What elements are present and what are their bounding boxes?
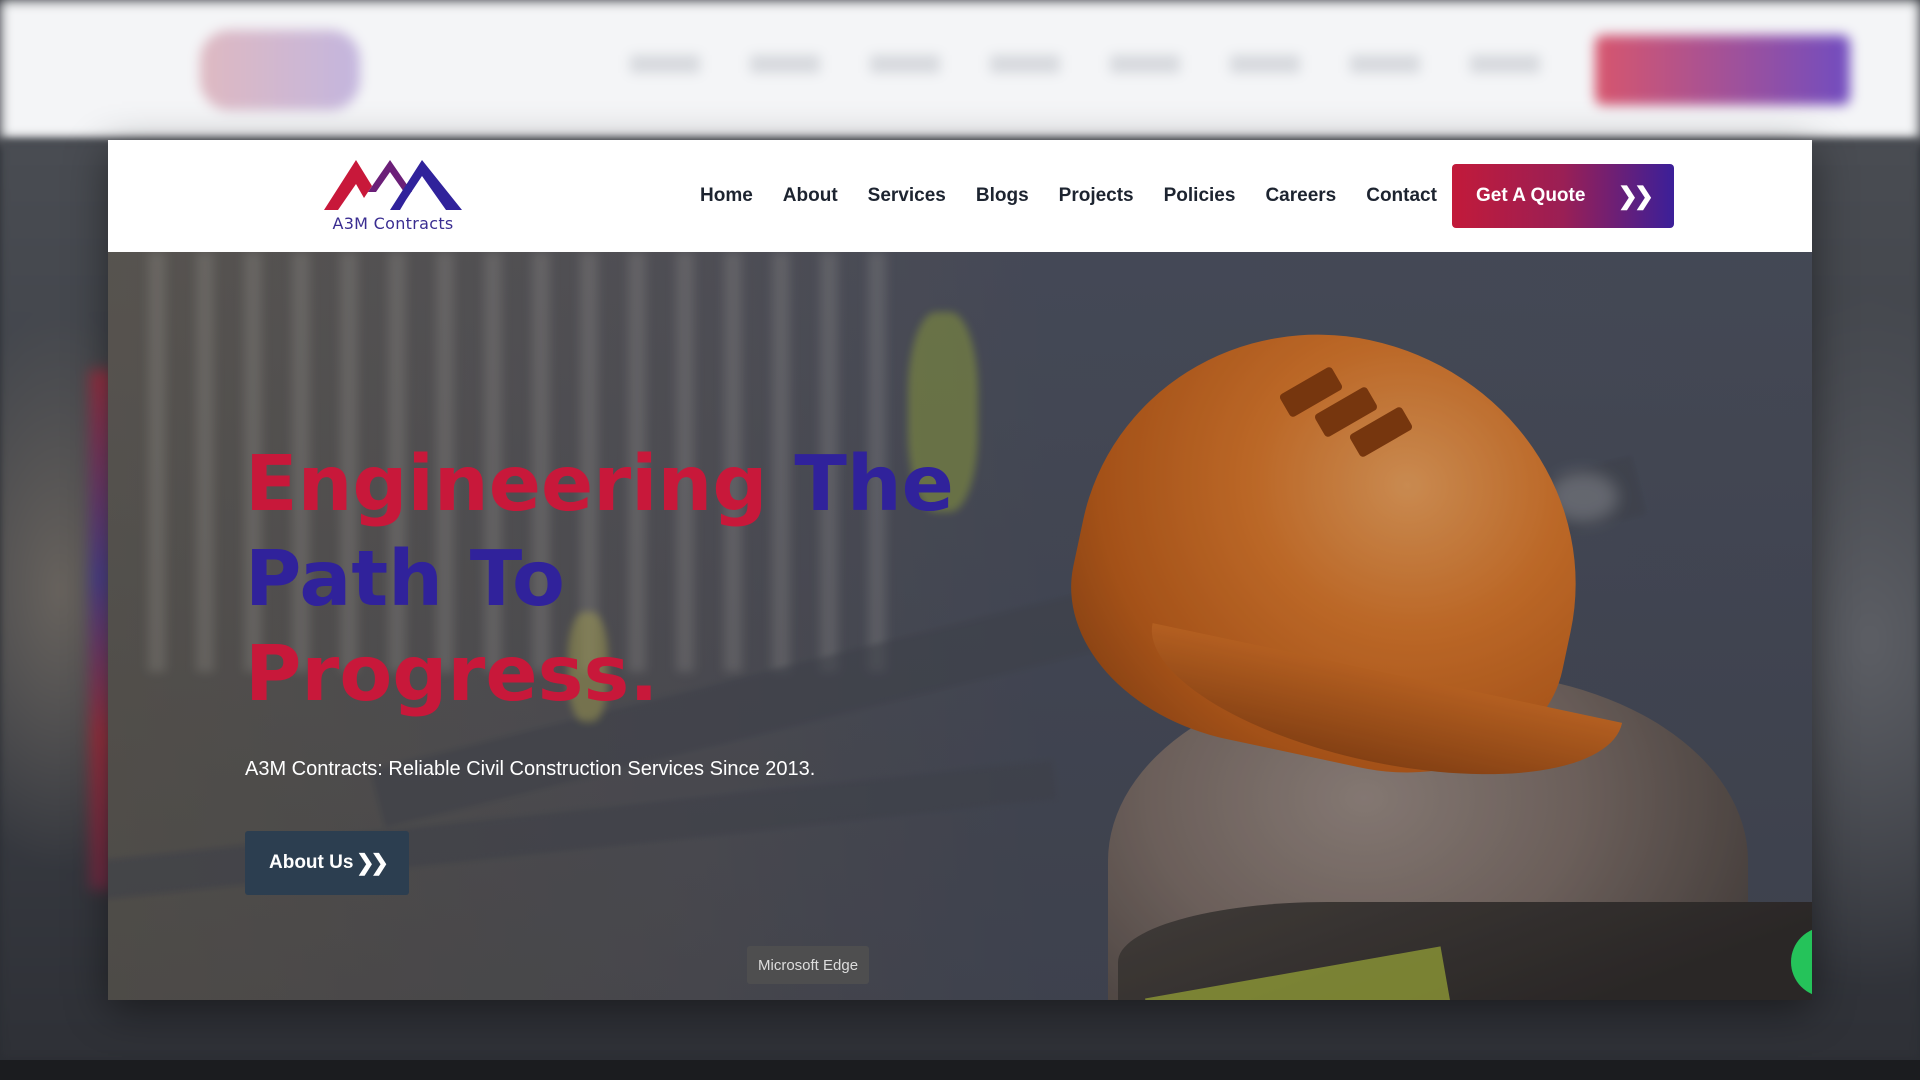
site-header: A3M Contracts Home About Services Blogs … (108, 140, 1812, 252)
nav-blogs[interactable]: Blogs (961, 185, 1044, 207)
nav-projects[interactable]: Projects (1044, 185, 1149, 207)
hero-section: Engineering The Path To Progress. A3M Co… (108, 252, 1812, 1000)
blurred-quote-button (1595, 35, 1850, 105)
double-chevron-right-icon: ❯❯ (356, 850, 389, 875)
about-us-button[interactable]: About Us ❯❯ (245, 831, 409, 895)
get-a-quote-label: Get A Quote (1476, 185, 1586, 206)
double-chevron-right-icon: ❯❯ (1617, 182, 1654, 210)
a3m-logo-icon (324, 160, 462, 210)
site-logo[interactable]: A3M Contracts (320, 156, 466, 236)
main-nav: Home About Services Blogs Projects Polic… (685, 140, 1452, 252)
about-us-label: About Us (269, 852, 354, 873)
nav-policies[interactable]: Policies (1149, 185, 1251, 207)
logo-wordmark: A3M Contracts (332, 214, 454, 233)
nav-careers[interactable]: Careers (1250, 185, 1351, 207)
nav-home[interactable]: Home (685, 185, 768, 207)
blurred-logo (200, 30, 360, 110)
browser-window-preview[interactable]: A3M Contracts Home About Services Blogs … (108, 140, 1812, 1000)
hero-title-progress: Progress. (245, 630, 659, 719)
blurred-nav (630, 55, 1550, 73)
hero-title-the: The (794, 440, 954, 529)
hero-title-engineering: Engineering (245, 440, 768, 529)
blurred-header-backdrop (0, 0, 1920, 140)
get-a-quote-button[interactable]: Get A Quote ❯❯ (1452, 164, 1674, 228)
hero-title: Engineering The Path To Progress. (245, 437, 1005, 722)
nav-about[interactable]: About (768, 185, 853, 207)
hero-title-path-to: Path To (245, 535, 565, 624)
nav-contact[interactable]: Contact (1351, 185, 1452, 207)
hero-subtitle: A3M Contracts: Reliable Civil Constructi… (245, 758, 816, 780)
nav-services[interactable]: Services (853, 185, 961, 207)
taskbar-edge (0, 1060, 1920, 1080)
window-title-tooltip: Microsoft Edge (747, 946, 870, 984)
